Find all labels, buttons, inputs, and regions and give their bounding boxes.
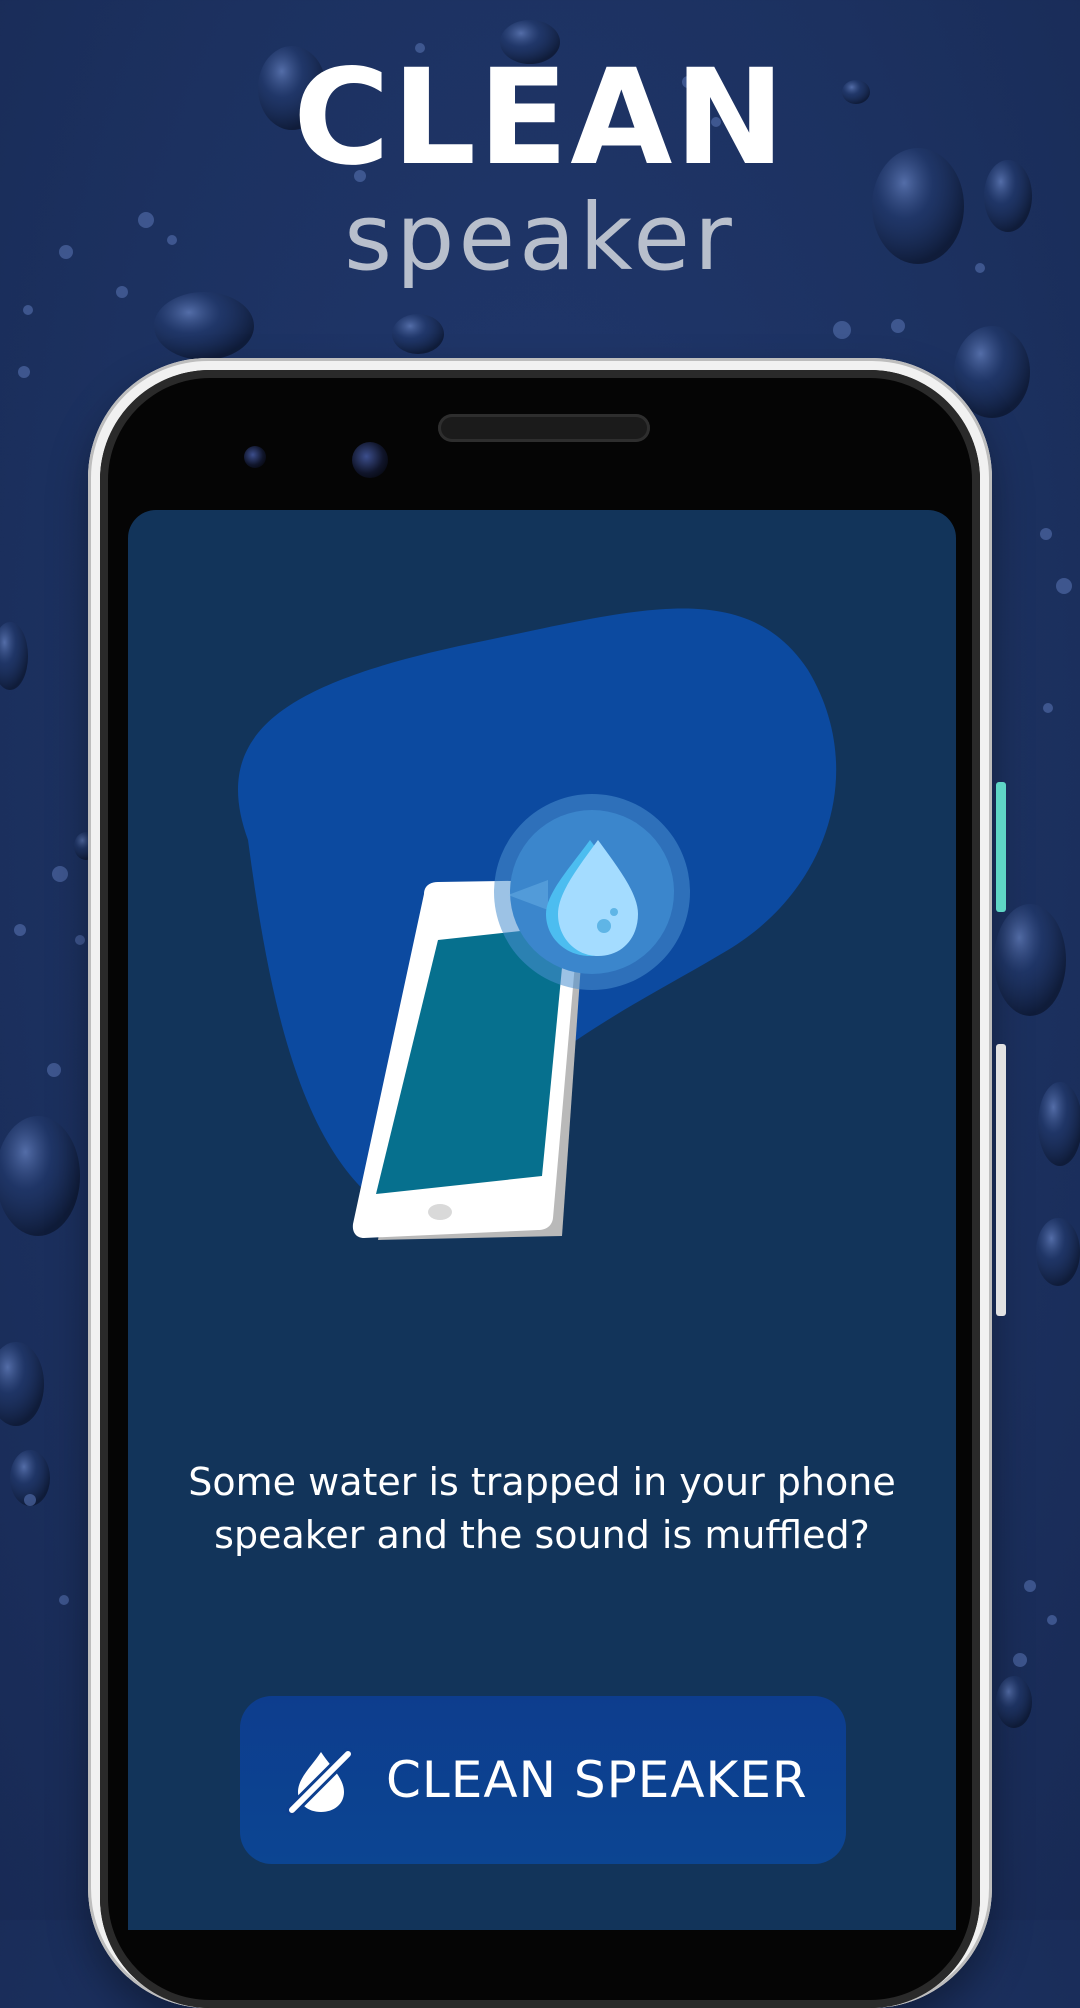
phone-sensor xyxy=(244,446,266,468)
clean-speaker-button-label: CLEAN SPEAKER xyxy=(386,1751,808,1809)
hero-title: CLEAN xyxy=(293,41,787,195)
water-off-icon xyxy=(286,1748,354,1816)
water-trapped-message: Some water is trapped in your phone spea… xyxy=(188,1460,896,1557)
hero-subtitle: speaker xyxy=(344,184,736,291)
phone-earpiece xyxy=(438,414,650,442)
phone-front-camera xyxy=(352,442,388,478)
phone-side-button-accent xyxy=(996,782,1006,912)
speaker-water-illustration xyxy=(238,608,837,1240)
phone-side-button xyxy=(996,1044,1006,1316)
clean-speaker-button[interactable]: CLEAN SPEAKER xyxy=(240,1696,846,1864)
app-screen: Some water is trapped in your phone spea… xyxy=(128,510,956,1930)
